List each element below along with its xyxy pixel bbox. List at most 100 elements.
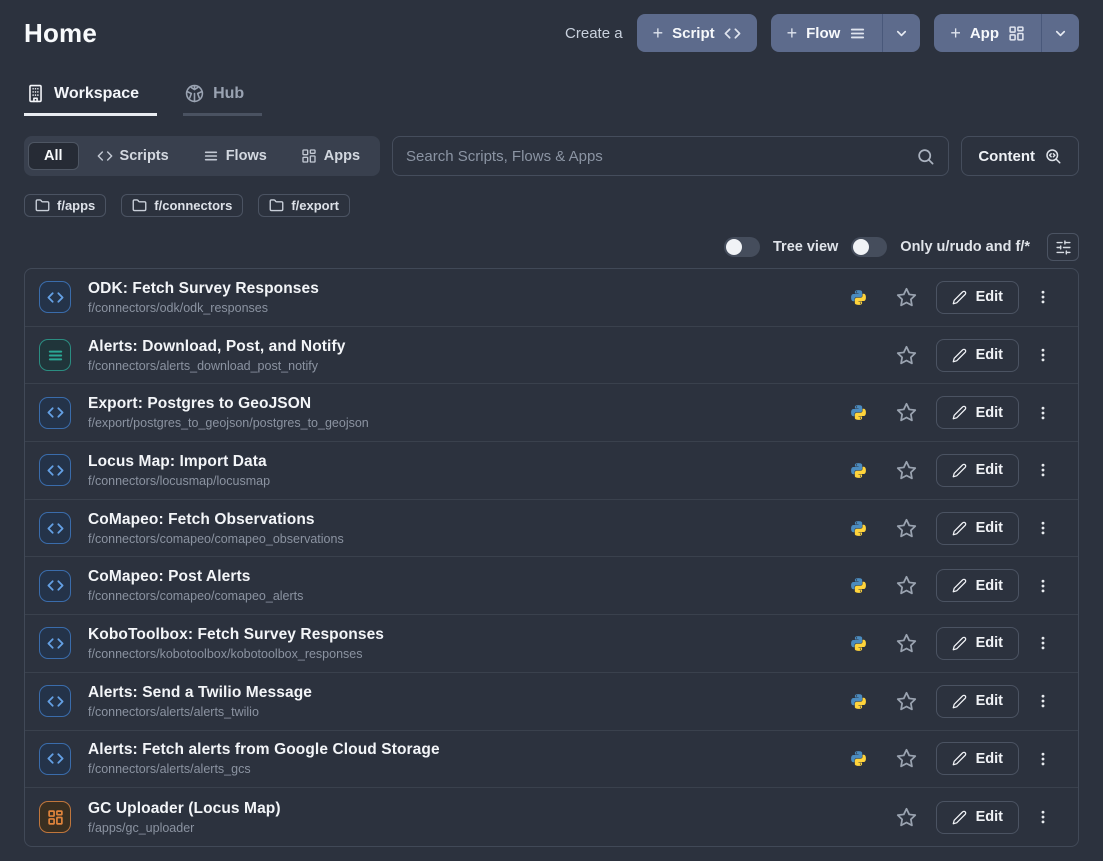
chevron-down-icon: [894, 26, 909, 41]
favorite-star-button[interactable]: [896, 460, 917, 481]
app-grid-icon: [47, 809, 64, 826]
edit-button[interactable]: Edit: [936, 742, 1019, 775]
create-flow-button[interactable]: + Flow: [771, 14, 883, 52]
filter-all[interactable]: All: [28, 142, 79, 170]
content-search-button[interactable]: Content: [961, 136, 1079, 176]
tab-hub[interactable]: Hub: [183, 78, 262, 116]
list-item[interactable]: ODK: Fetch Survey Responses f/connectors…: [25, 269, 1078, 327]
favorite-star-button[interactable]: [896, 287, 917, 308]
more-options-button[interactable]: [1032, 459, 1054, 481]
more-options-button[interactable]: [1032, 344, 1054, 366]
tree-view-toggle[interactable]: [724, 237, 760, 257]
list-item[interactable]: Export: Postgres to GeoJSON f/export/pos…: [25, 384, 1078, 442]
favorite-star-button[interactable]: [896, 402, 917, 423]
more-options-button[interactable]: [1032, 517, 1054, 539]
more-options-button[interactable]: [1032, 286, 1054, 308]
python-icon: [850, 635, 867, 652]
filter-apps[interactable]: Apps: [285, 142, 376, 170]
item-title: Alerts: Fetch alerts from Google Cloud S…: [88, 741, 850, 759]
more-options-button[interactable]: [1032, 806, 1054, 828]
kebab-icon: [1034, 808, 1052, 826]
plus-icon: +: [950, 24, 961, 42]
filter-all-label: All: [44, 148, 63, 164]
edit-button[interactable]: Edit: [936, 801, 1019, 834]
language-badge: [850, 289, 867, 306]
filter-scripts[interactable]: Scripts: [81, 142, 185, 170]
favorite-star-button[interactable]: [896, 748, 917, 769]
item-text: CoMapeo: Fetch Observations f/connectors…: [88, 511, 850, 546]
edit-button-label: Edit: [976, 693, 1003, 709]
folder-chip-label: f/apps: [57, 198, 95, 213]
more-options-button[interactable]: [1032, 632, 1054, 654]
more-options-button[interactable]: [1032, 402, 1054, 424]
favorite-star-button[interactable]: [896, 518, 917, 539]
language-badge: [850, 693, 867, 710]
create-flow-dropdown-button[interactable]: [882, 14, 920, 52]
edit-button-label: Edit: [976, 462, 1003, 478]
create-app-button[interactable]: + App: [934, 14, 1041, 52]
python-icon: [850, 520, 867, 537]
script-code-icon: [47, 404, 64, 421]
item-path: f/connectors/odk/odk_responses: [88, 301, 850, 315]
list-item[interactable]: KoboToolbox: Fetch Survey Responses f/co…: [25, 615, 1078, 673]
list-item[interactable]: CoMapeo: Post Alerts f/connectors/comape…: [25, 557, 1078, 615]
app-grid-icon: [301, 148, 317, 164]
owner-filter-toggle[interactable]: [851, 237, 887, 257]
search-input[interactable]: [406, 148, 916, 165]
chevron-down-icon: [1053, 26, 1068, 41]
edit-button[interactable]: Edit: [936, 685, 1019, 718]
language-badge: [850, 520, 867, 537]
language-badge: [850, 462, 867, 479]
language-badge: [850, 750, 867, 767]
item-title: KoboToolbox: Fetch Survey Responses: [88, 626, 850, 644]
edit-button[interactable]: Edit: [936, 396, 1019, 429]
star-icon: [896, 402, 917, 423]
list-settings-button[interactable]: [1047, 233, 1079, 261]
language-badge: [850, 404, 867, 421]
item-text: Alerts: Fetch alerts from Google Cloud S…: [88, 741, 850, 776]
favorite-star-button[interactable]: [896, 691, 917, 712]
more-options-button[interactable]: [1032, 575, 1054, 597]
toggle-knob: [726, 239, 742, 255]
filter-flows-label: Flows: [226, 148, 267, 164]
folder-chip-export[interactable]: f/export: [258, 194, 350, 217]
tab-workspace[interactable]: Workspace: [24, 78, 157, 116]
edit-button[interactable]: Edit: [936, 281, 1019, 314]
item-text: Alerts: Download, Post, and Notify f/con…: [88, 338, 850, 373]
app-grid-icon: [1008, 25, 1025, 42]
tree-view-label: Tree view: [773, 239, 838, 255]
edit-button[interactable]: Edit: [936, 512, 1019, 545]
pencil-icon: [952, 463, 967, 478]
language-badge: [850, 635, 867, 652]
item-type-icon: [39, 743, 71, 775]
edit-button[interactable]: Edit: [936, 339, 1019, 372]
list-item[interactable]: Alerts: Send a Twilio Message f/connecto…: [25, 673, 1078, 731]
kebab-icon: [1034, 692, 1052, 710]
more-options-button[interactable]: [1032, 748, 1054, 770]
list-item[interactable]: CoMapeo: Fetch Observations f/connectors…: [25, 500, 1078, 558]
folder-chip-connectors[interactable]: f/connectors: [121, 194, 243, 217]
more-options-button[interactable]: [1032, 690, 1054, 712]
list-item[interactable]: Alerts: Fetch alerts from Google Cloud S…: [25, 731, 1078, 789]
edit-button[interactable]: Edit: [936, 454, 1019, 487]
create-app-dropdown-button[interactable]: [1041, 14, 1079, 52]
script-code-icon: [47, 462, 64, 479]
favorite-star-button[interactable]: [896, 345, 917, 366]
favorite-star-button[interactable]: [896, 575, 917, 596]
favorite-star-button[interactable]: [896, 807, 917, 828]
edit-button[interactable]: Edit: [936, 569, 1019, 602]
folder-chip-apps[interactable]: f/apps: [24, 194, 106, 217]
list-item[interactable]: Alerts: Download, Post, and Notify f/con…: [25, 327, 1078, 385]
edit-button-label: Edit: [976, 809, 1003, 825]
star-icon: [896, 807, 917, 828]
star-icon: [896, 287, 917, 308]
create-flow-button-group: + Flow: [771, 14, 921, 52]
list-item[interactable]: GC Uploader (Locus Map) f/apps/gc_upload…: [25, 788, 1078, 846]
filter-flows[interactable]: Flows: [187, 142, 283, 170]
favorite-star-button[interactable]: [896, 633, 917, 654]
flow-icon: [849, 25, 866, 42]
list-item[interactable]: Locus Map: Import Data f/connectors/locu…: [25, 442, 1078, 500]
edit-button[interactable]: Edit: [936, 627, 1019, 660]
item-type-icon: [39, 512, 71, 544]
create-script-button[interactable]: + Script: [637, 14, 757, 52]
